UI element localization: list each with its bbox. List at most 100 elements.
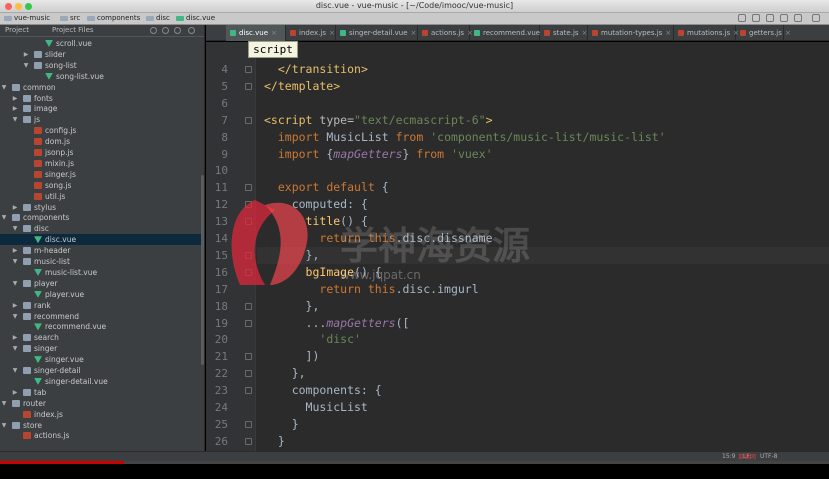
tree-folder-js[interactable]: ▼ js <box>0 114 204 125</box>
close-icon[interactable]: × <box>582 29 588 37</box>
fold-marker-icon[interactable] <box>245 353 252 361</box>
fold-marker-icon[interactable] <box>245 302 252 310</box>
tree-folder-tab[interactable]: ▶ tab <box>0 387 204 398</box>
run-config-icon[interactable] <box>738 14 746 22</box>
tree-folder-singer-detail[interactable]: ▼ singer-detail <box>0 365 204 376</box>
tree-folder-components[interactable]: ▼ components <box>0 212 204 223</box>
chevron-down-icon[interactable]: ▼ <box>11 278 19 289</box>
fold-marker-icon[interactable] <box>245 370 252 378</box>
tab-recommend-vue[interactable]: recommend.vue× <box>470 25 549 41</box>
fold-marker-icon[interactable] <box>245 268 252 276</box>
fold-marker-icon[interactable] <box>245 201 252 209</box>
tab-actions-js[interactable]: actions.js × <box>418 25 473 41</box>
breadcrumb-components[interactable]: components <box>87 14 140 22</box>
chevron-down-icon[interactable]: ▼ <box>0 398 8 409</box>
tree-folder-slider[interactable]: ▶ slider <box>0 49 204 60</box>
chevron-right-icon[interactable]: ▶ <box>11 387 19 398</box>
chevron-down-icon[interactable]: ▼ <box>11 343 19 354</box>
breadcrumb-src[interactable]: src <box>60 14 80 22</box>
tree-file-config-js[interactable]: config.js <box>0 125 204 136</box>
chevron-down-icon[interactable]: ▼ <box>0 82 8 93</box>
chevron-down-icon[interactable]: ▼ <box>11 256 19 267</box>
fold-marker-icon[interactable] <box>245 251 252 259</box>
tab-project[interactable]: Project <box>5 26 29 34</box>
tree-folder-common[interactable]: ▼ common <box>0 82 204 93</box>
cursor-position[interactable]: 15:9 <box>722 453 735 460</box>
chevron-right-icon[interactable]: ▶ <box>11 332 19 343</box>
close-icon[interactable]: × <box>271 29 277 37</box>
locate-icon[interactable] <box>150 27 157 34</box>
tree-folder-m-header[interactable]: ▶ m-header <box>0 245 204 256</box>
run-icon[interactable] <box>766 14 774 22</box>
tab-disc-vue[interactable]: disc.vue × <box>226 25 286 41</box>
tree-folder-search[interactable]: ▶ search <box>0 332 204 343</box>
tree-file-index-js[interactable]: index.js <box>0 409 204 420</box>
fold-marker-icon[interactable] <box>245 437 252 445</box>
chevron-right-icon[interactable]: ▶ <box>11 93 19 104</box>
tree-folder-stylus[interactable]: ▶ stylus <box>0 202 204 213</box>
fold-marker-icon[interactable] <box>245 319 252 327</box>
breadcrumb-file[interactable]: disc.vue <box>176 14 215 22</box>
tree-file-actions-js[interactable]: actions.js <box>0 430 204 441</box>
tree-file-mixin-js[interactable]: mixin.js <box>0 158 204 169</box>
settings-icon[interactable] <box>794 14 802 22</box>
tree-folder-fonts[interactable]: ▶ fonts <box>0 93 204 104</box>
tree-file-dom-js[interactable]: dom.js <box>0 136 204 147</box>
tree-file-song-list-vue[interactable]: song-list.vue <box>0 71 204 82</box>
tree-file-singer-detail-vue[interactable]: singer-detail.vue <box>0 376 204 387</box>
fold-marker-icon[interactable] <box>245 420 252 428</box>
chevron-down-icon[interactable]: ▼ <box>11 365 19 376</box>
tree-folder-disc[interactable]: ▼ disc <box>0 223 204 234</box>
build-icon[interactable] <box>752 14 760 22</box>
chevron-down-icon[interactable]: ▼ <box>11 311 19 322</box>
file-encoding[interactable]: UTF-8 <box>760 453 778 460</box>
tab-mutation-types-js[interactable]: mutation-types.js × <box>588 25 674 41</box>
chevron-down-icon[interactable]: ▼ <box>0 212 8 223</box>
tree-folder-music-list[interactable]: ▼ music-list <box>0 256 204 267</box>
tree-file-util-js[interactable]: util.js <box>0 191 204 202</box>
tree-folder-song-list[interactable]: ▼ song-list <box>0 60 204 71</box>
tab-singer-detail-vue[interactable]: singer-detail.vue × <box>336 25 418 41</box>
chevron-right-icon[interactable]: ▶ <box>11 245 19 256</box>
fold-marker-icon[interactable] <box>245 184 252 192</box>
chevron-right-icon[interactable]: ▶ <box>11 202 19 213</box>
breadcrumb-disc[interactable]: disc <box>146 14 170 22</box>
close-icon[interactable]: × <box>411 29 417 37</box>
gear-icon[interactable] <box>174 27 181 34</box>
tree-folder-image[interactable]: ▶ image <box>0 103 204 114</box>
chevron-down-icon[interactable]: ▼ <box>22 60 30 71</box>
tree-folder-rank[interactable]: ▶ rank <box>0 300 204 311</box>
tree-folder-router[interactable]: ▼ router <box>0 398 204 409</box>
tree-file-singer-vue[interactable]: singer.vue <box>0 354 204 365</box>
breadcrumb-project[interactable]: vue-music <box>4 14 50 22</box>
tab-state-js[interactable]: state.js × <box>540 25 588 41</box>
collapse-icon[interactable] <box>162 27 169 34</box>
tree-file-jsonp-js[interactable]: jsonp.js <box>0 147 204 158</box>
tree-file-recommend-vue[interactable]: recommend.vue <box>0 321 204 332</box>
tree-file-player-vue[interactable]: player.vue <box>0 289 204 300</box>
fold-marker-icon[interactable] <box>245 387 252 395</box>
chevron-down-icon[interactable]: ▼ <box>11 114 19 125</box>
fold-marker-icon[interactable] <box>245 218 252 226</box>
tree-folder-singer[interactable]: ▼ singer <box>0 343 204 354</box>
tab-getters-js[interactable]: getters.js × <box>736 25 791 41</box>
tab-index-js[interactable]: index.js × <box>286 25 336 41</box>
tree-folder-recommend[interactable]: ▼ recommend <box>0 311 204 322</box>
sidebar-scrollbar[interactable] <box>201 175 204 365</box>
chevron-right-icon[interactable]: ▶ <box>11 300 19 311</box>
chevron-right-icon[interactable]: ▶ <box>22 49 30 60</box>
close-icon[interactable]: × <box>329 29 335 37</box>
tree-file-music-list-vue[interactable]: music-list.vue <box>0 267 204 278</box>
video-progress-bar[interactable] <box>0 461 829 464</box>
tree-file-singer-js[interactable]: singer.js <box>0 169 204 180</box>
close-icon[interactable]: × <box>665 29 671 37</box>
tree-folder-player[interactable]: ▼ player <box>0 278 204 289</box>
tab-mutations-js[interactable]: mutations.js × <box>674 25 739 41</box>
search-icon[interactable] <box>812 14 820 22</box>
tree-folder-store[interactable]: ▼ store <box>0 420 204 431</box>
fold-marker-icon[interactable] <box>245 116 252 124</box>
fold-marker-icon[interactable] <box>245 66 252 73</box>
debug-icon[interactable] <box>780 14 788 22</box>
close-icon[interactable]: × <box>785 29 791 37</box>
hide-panel-icon[interactable] <box>188 27 195 34</box>
